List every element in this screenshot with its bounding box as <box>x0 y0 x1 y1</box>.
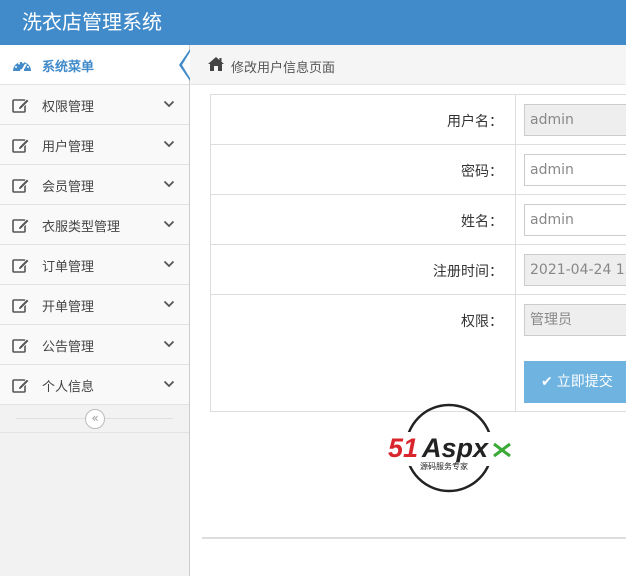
sidebar-header-label: 系统菜单 <box>42 60 95 75</box>
form-input[interactable]: admin <box>524 104 626 136</box>
sidebar-item-label: 用户管理 <box>42 140 95 155</box>
form-label: 用户名： <box>447 114 503 130</box>
chevron-down-icon <box>163 98 175 114</box>
sidebar-item[interactable]: 权限管理 <box>0 85 189 125</box>
edit-icon <box>12 337 30 357</box>
main-content: 修改用户信息页面 用户名： admin 密码： admin 姓名： admin 注册时间： 2… <box>190 45 626 576</box>
sidebar-item-label: 个人信息 <box>42 380 95 395</box>
chevron-down-icon <box>163 178 175 194</box>
sidebar-item[interactable]: 用户管理 <box>0 125 189 165</box>
sidebar-collapse-bar: « <box>0 405 189 433</box>
edit-icon <box>12 137 30 157</box>
svg-text:51: 51 <box>388 433 418 463</box>
sidebar-menu: 权限管理用户管理会员管理衣服类型管理 订单管理开单管理公告管理个人信息 <box>0 85 189 405</box>
sidebar-item-label: 会员管理 <box>42 180 95 195</box>
top-bar: 洗衣店管理系统 <box>0 0 626 45</box>
collapse-sidebar-button[interactable]: « <box>85 409 105 429</box>
sidebar-item-label: 权限管理 <box>42 100 95 115</box>
sidebar-item[interactable]: 公告管理 <box>0 325 189 365</box>
sidebar-item-label: 开单管理 <box>42 300 95 315</box>
sidebar-item-label: 订单管理 <box>42 260 95 275</box>
breadcrumb: 修改用户信息页面 <box>190 45 626 85</box>
form-label: 姓名： <box>461 214 503 230</box>
chevron-down-icon <box>163 378 175 394</box>
svg-text:源码服务专家: 源码服务专家 <box>420 461 468 471</box>
edit-icon <box>12 377 30 397</box>
breadcrumb-label: 修改用户信息页面 <box>231 61 336 76</box>
edit-user-form: 用户名： admin 密码： admin 姓名： admin 注册时间： 2021-04-24… <box>210 94 626 412</box>
form-input[interactable]: admin <box>524 204 626 236</box>
sidebar-item[interactable]: 订单管理 <box>0 245 189 285</box>
form-row: 密码： admin <box>211 145 626 195</box>
form-label: 密码： <box>461 164 503 180</box>
sidebar-item[interactable]: 衣服类型管理 <box>0 205 189 245</box>
submit-button-label: 立即提交 <box>556 374 613 390</box>
sidebar: 系统菜单 权限管理 用户管理 会员管理 衣服类型管理 订单管理 开单管理 公告管理 个人信息 … <box>0 45 190 576</box>
form-row: 注册时间： 2021-04-24 15: <box>211 245 626 295</box>
sidebar-item-label: 衣服类型管理 <box>42 220 121 235</box>
svg-text:Aspx: Aspx <box>421 433 489 463</box>
app-title: 洗衣店管理系统 <box>22 10 162 34</box>
sidebar-item[interactable]: 开单管理 <box>0 285 189 325</box>
edit-icon <box>12 257 30 277</box>
edit-icon <box>12 297 30 317</box>
home-icon[interactable] <box>207 56 225 76</box>
submit-button[interactable]: ✔ 立即提交 <box>524 361 626 403</box>
edit-icon <box>12 217 30 237</box>
chevron-down-icon <box>163 258 175 274</box>
form-input[interactable]: 管理员 <box>524 304 626 336</box>
chevron-down-icon <box>163 138 175 154</box>
edit-icon <box>12 97 30 117</box>
chevron-down-icon <box>163 338 175 354</box>
footer-divider <box>202 537 626 539</box>
form-input[interactable]: 2021-04-24 15: <box>524 254 626 286</box>
sidebar-item[interactable]: 会员管理 <box>0 165 189 205</box>
watermark-logo: 51 Aspx 源码服务专家 <box>386 402 516 494</box>
form-label: 权限： <box>461 314 503 330</box>
form-row: 用户名： admin <box>211 95 626 145</box>
form-row: 权限： 管理员 <box>211 295 626 353</box>
dashboard-icon <box>12 57 32 77</box>
check-icon: ✔ <box>541 374 553 390</box>
form-input[interactable]: admin <box>524 154 626 186</box>
sidebar-item-label: 公告管理 <box>42 340 95 355</box>
chevron-down-icon <box>163 298 175 314</box>
sidebar-item[interactable]: 个人信息 <box>0 365 189 405</box>
form-label: 注册时间： <box>433 264 503 280</box>
edit-icon <box>12 177 30 197</box>
sidebar-header: 系统菜单 <box>0 45 190 85</box>
chevron-down-icon <box>163 218 175 234</box>
form-row: 姓名： admin <box>211 195 626 245</box>
